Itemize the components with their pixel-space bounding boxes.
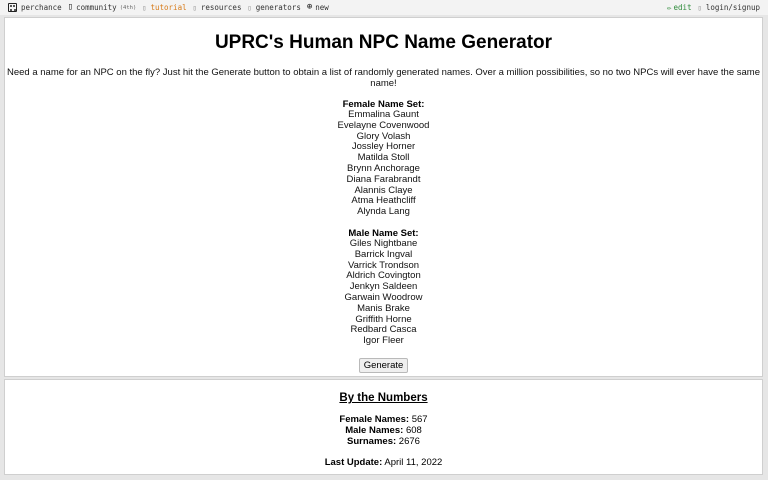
- nav-community-label: community: [76, 3, 117, 12]
- stats-title: By the Numbers: [339, 392, 428, 404]
- nav-tutorial-link[interactable]: ▯ tutorial: [142, 3, 186, 12]
- female-name: Evelayne Covenwood: [337, 119, 430, 131]
- male-name: Igor Fleer: [363, 335, 404, 347]
- surname-count-value: 2676: [398, 436, 420, 447]
- female-name: Alynda Lang: [357, 206, 410, 218]
- nav-generators-link[interactable]: ▯ generators: [247, 3, 300, 12]
- nav-resources-label: resources: [200, 3, 242, 12]
- female-count-value: 567: [411, 414, 428, 425]
- nav-resources-link[interactable]: ▯ resources: [193, 3, 242, 12]
- link-icon: ▯: [192, 3, 197, 12]
- plus-circle-icon: ⊕: [306, 2, 313, 12]
- chat-icon: ▯: [67, 2, 74, 12]
- generate-button[interactable]: Generate: [358, 357, 409, 373]
- nav-brand-link[interactable]: perchance: [0, 3, 62, 12]
- intro-text: Need a name for an NPC on the fly? Just …: [7, 67, 760, 89]
- page-title: UPRC's Human NPC Name Generator: [214, 32, 553, 53]
- female-count-row: Female Names: 567: [5, 414, 762, 425]
- last-update-label: Last Update:: [324, 457, 383, 468]
- nav-tutorial-label: tutorial: [150, 3, 187, 12]
- female-name-set: Female Name Set: Emmalina Gaunt Evelayne…: [5, 99, 762, 218]
- nav-edit-link[interactable]: ✏ edit: [667, 3, 692, 12]
- nav-generators-label: generators: [255, 3, 301, 12]
- list-icon: ▯: [247, 3, 252, 12]
- nav-right-group: ✏ edit ▯ login/signup: [667, 3, 768, 12]
- surname-count-label: Surnames:: [347, 436, 397, 447]
- male-count-value: 608: [405, 425, 422, 436]
- male-name-set: Male Name Set: Giles Nightbane Barrick I…: [5, 228, 762, 347]
- nav-login-label: login/signup: [705, 3, 760, 12]
- nav-edit-label: edit: [673, 3, 692, 12]
- nav-new-link[interactable]: ⊕ new: [306, 2, 329, 13]
- female-count-label: Female Names:: [339, 414, 410, 425]
- nav-login-link[interactable]: ▯ login/signup: [698, 3, 760, 12]
- generator-panel: UPRC's Human NPC Name Generator Need a n…: [4, 17, 763, 377]
- user-icon: ▯: [697, 3, 702, 12]
- pencil-icon: ✏: [667, 3, 672, 12]
- top-nav-bar: perchance ▯ community (4th) ▯ tutorial ▯…: [0, 0, 768, 15]
- male-name: Manis Brake: [357, 302, 410, 314]
- book-icon: ▯: [142, 3, 147, 12]
- last-update-row: Last Update: April 11, 2022: [5, 457, 762, 468]
- last-update-value: April 11, 2022: [384, 457, 443, 468]
- community-badge: (4th): [119, 4, 137, 11]
- male-count-row: Male Names: 608: [5, 425, 762, 436]
- stats-list: Female Names: 567 Male Names: 608 Surnam…: [5, 414, 762, 447]
- male-name: Barrick Ingval: [354, 248, 413, 260]
- nav-community-link[interactable]: ▯ community (4th): [67, 2, 137, 13]
- nav-brand-label: perchance: [21, 3, 62, 12]
- surname-count-row: Surnames: 2676: [5, 436, 762, 447]
- female-name: Diana Farabrandt: [346, 173, 421, 185]
- stats-panel: By the Numbers Female Names: 567 Male Na…: [4, 379, 763, 475]
- male-count-label: Male Names:: [345, 425, 404, 436]
- dice-icon: [8, 3, 17, 12]
- nav-new-label: new: [315, 3, 329, 12]
